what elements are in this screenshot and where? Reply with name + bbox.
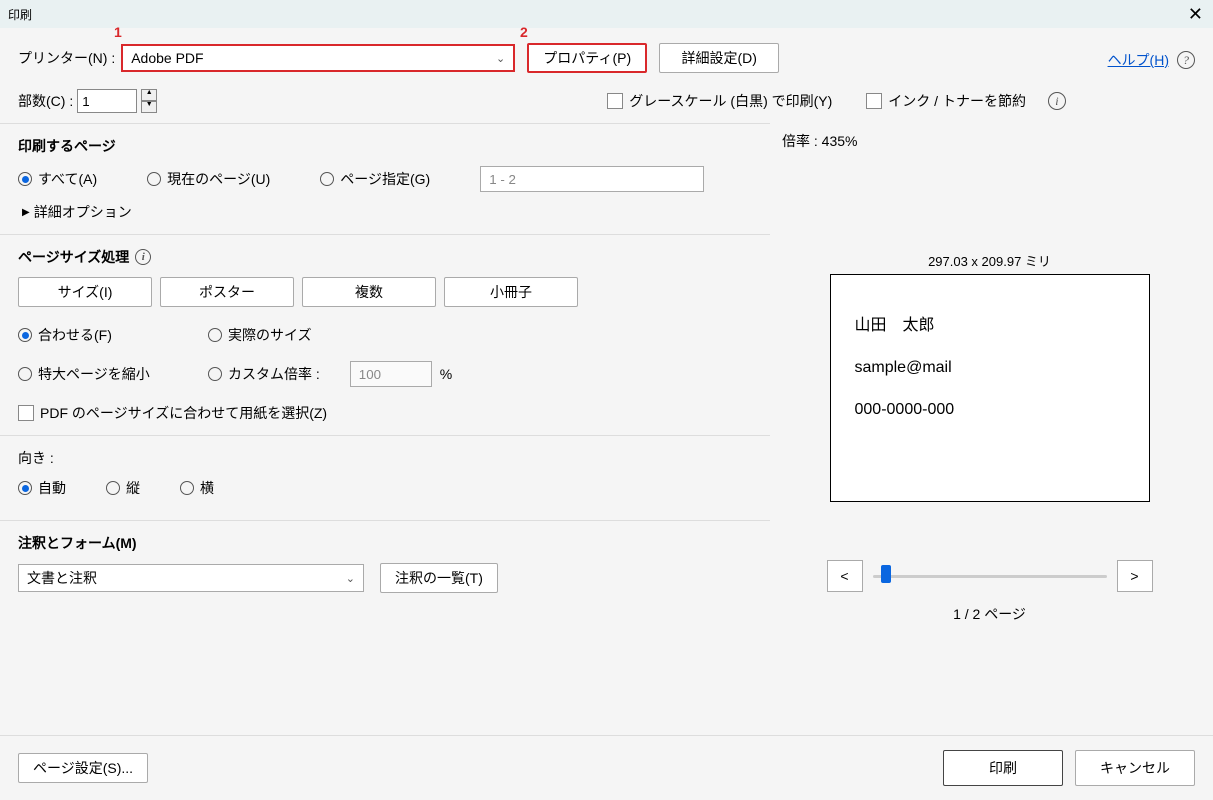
radio-all-label: すべて(A) — [38, 169, 97, 189]
radio-current-label: 現在のページ(U) — [167, 169, 270, 189]
booklet-tab-button[interactable]: 小冊子 — [444, 277, 578, 307]
window-title: 印刷 — [8, 6, 32, 23]
printer-select[interactable]: Adobe PDF ⌄ — [121, 44, 515, 72]
copies-up-button[interactable]: ▲ — [141, 89, 157, 101]
more-options-toggle[interactable]: ▶ 詳細オプション — [22, 202, 752, 222]
radio-fit[interactable] — [18, 328, 32, 342]
copies-input[interactable] — [77, 89, 137, 113]
printer-label: プリンター(N) : — [18, 48, 115, 68]
annotations-section: 注釈とフォーム(M) 文書と注釈 ⌄ 注釈の一覧(T) — [0, 520, 770, 605]
info-icon[interactable]: ? — [1177, 51, 1195, 69]
annotations-title: 注釈とフォーム(M) — [18, 533, 752, 553]
advanced-settings-button[interactable]: 詳細設定(D) — [659, 43, 779, 73]
dimensions-label: 297.03 x 209.97 ミリ — [782, 251, 1197, 270]
preview-page: 山田 太郎 sample@mail 000-0000-000 — [830, 274, 1150, 502]
preview-email: sample@mail — [855, 359, 1125, 377]
annotations-value: 文書と注釈 — [27, 568, 97, 588]
triangle-right-icon: ▶ — [22, 207, 30, 218]
percent-label: % — [440, 366, 452, 382]
copies-label: 部数(C) : — [18, 91, 73, 111]
print-button[interactable]: 印刷 — [943, 750, 1063, 786]
info-icon-ink[interactable]: i — [1048, 92, 1066, 110]
zoom-label: 倍率 : 435% — [782, 131, 1197, 151]
next-page-button[interactable]: > — [1117, 560, 1153, 592]
radio-range[interactable] — [320, 172, 334, 186]
footer: ページ設定(S)... 印刷 キャンセル — [0, 735, 1213, 800]
radio-range-label: ページ指定(G) — [340, 169, 430, 189]
save-ink-label: インク / トナーを節約 — [888, 91, 1026, 111]
printer-value: Adobe PDF — [131, 50, 203, 66]
radio-fit-label: 合わせる(F) — [38, 325, 112, 345]
annotations-list-button[interactable]: 注釈の一覧(T) — [380, 563, 498, 593]
radio-auto-label: 自動 — [38, 478, 66, 498]
preview-phone: 000-0000-000 — [855, 401, 1125, 419]
preview-name: 山田 太郎 — [855, 311, 1125, 335]
size-tab-button[interactable]: サイズ(I) — [18, 277, 152, 307]
annotation-2: 2 — [520, 24, 528, 40]
multi-tab-button[interactable]: 複数 — [302, 277, 436, 307]
radio-all[interactable] — [18, 172, 32, 186]
save-ink-checkbox[interactable] — [866, 93, 882, 109]
pages-title: 印刷するページ — [18, 136, 752, 156]
radio-custom[interactable] — [208, 367, 222, 381]
page-indicator: 1 / 2 ページ — [782, 604, 1197, 624]
prev-page-button[interactable]: < — [827, 560, 863, 592]
radio-landscape-label: 横 — [200, 478, 214, 498]
top-area: 1 2 プリンター(N) : Adobe PDF ⌄ プロパティ(P) 詳細設定… — [0, 28, 1213, 123]
chevron-down-icon: ⌄ — [346, 572, 355, 585]
grayscale-label: グレースケール (白黒) で印刷(Y) — [629, 91, 832, 111]
page-setup-button[interactable]: ページ設定(S)... — [18, 753, 148, 783]
radio-portrait-label: 縦 — [126, 478, 140, 498]
chevron-down-icon: ⌄ — [496, 52, 505, 65]
radio-actual[interactable] — [208, 328, 222, 342]
radio-actual-label: 実際のサイズ — [228, 325, 312, 345]
orientation-title: 向き : — [18, 448, 752, 468]
radio-landscape[interactable] — [180, 481, 194, 495]
size-title: ページサイズ処理 — [18, 247, 129, 267]
copies-down-button[interactable]: ▼ — [141, 101, 157, 113]
preview-pane: 倍率 : 435% 297.03 x 209.97 ミリ 山田 太郎 sampl… — [770, 123, 1213, 624]
page-range-input[interactable] — [480, 166, 704, 192]
close-icon[interactable]: ✕ — [1188, 4, 1203, 25]
radio-auto[interactable] — [18, 481, 32, 495]
info-icon-size[interactable]: i — [135, 249, 151, 265]
custom-scale-input[interactable] — [350, 361, 432, 387]
annotations-select[interactable]: 文書と注釈 ⌄ — [18, 564, 364, 592]
choose-paper-checkbox[interactable] — [18, 405, 34, 421]
properties-button[interactable]: プロパティ(P) — [527, 43, 647, 73]
size-section: ページサイズ処理 i サイズ(I) ポスター 複数 小冊子 合わせる(F) 実際… — [0, 234, 770, 435]
titlebar: 印刷 ✕ — [0, 0, 1213, 28]
radio-portrait[interactable] — [106, 481, 120, 495]
cancel-button[interactable]: キャンセル — [1075, 750, 1195, 786]
radio-current[interactable] — [147, 172, 161, 186]
slider-thumb[interactable] — [881, 565, 891, 583]
radio-custom-label: カスタム倍率 : — [228, 364, 320, 384]
pages-section: 印刷するページ すべて(A) 現在のページ(U) ページ指定(G) ▶ 詳 — [0, 123, 770, 234]
help-link[interactable]: ヘルプ(H) — [1108, 50, 1169, 70]
grayscale-checkbox[interactable] — [607, 93, 623, 109]
poster-tab-button[interactable]: ポスター — [160, 277, 294, 307]
radio-shrink-label: 特大ページを縮小 — [38, 364, 150, 384]
orientation-section: 向き : 自動 縦 横 — [0, 435, 770, 520]
annotation-1: 1 — [114, 24, 122, 40]
choose-paper-label: PDF のページサイズに合わせて用紙を選択(Z) — [40, 403, 327, 423]
page-slider[interactable] — [873, 560, 1107, 592]
radio-shrink[interactable] — [18, 367, 32, 381]
